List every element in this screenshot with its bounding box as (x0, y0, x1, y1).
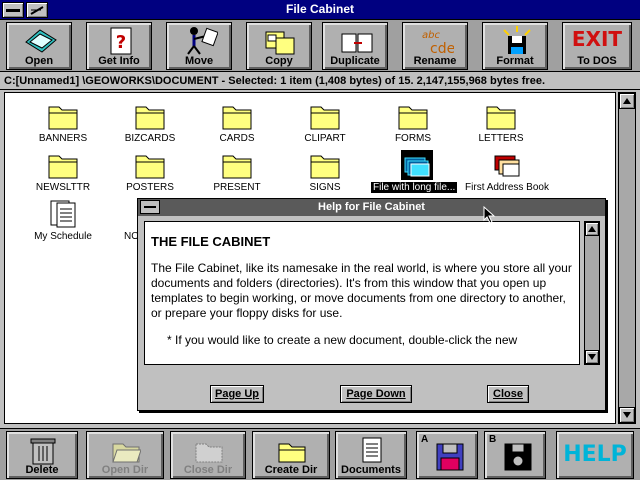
get-info-button[interactable]: ? Get Info (86, 22, 152, 70)
arrow-up-icon (588, 226, 596, 232)
svg-text:abc: abc (422, 30, 440, 41)
file-cabinet-window: File Cabinet Open ? Get Info Move Copy D… (0, 0, 640, 480)
folder-forms[interactable]: FORMS (363, 99, 463, 147)
folder-icon (398, 106, 428, 130)
bottom-toolbar: Delete Open Dir Close Dir Create Dir Doc… (0, 428, 640, 480)
folder-letters[interactable]: LETTERS (451, 99, 551, 147)
drive-a-button[interactable]: A (416, 431, 478, 479)
window-title: File Cabinet (285, 2, 354, 16)
help-button-label: HELP (563, 442, 627, 467)
floppy-disk-icon (436, 443, 464, 471)
help-scrollbar[interactable] (584, 221, 600, 365)
folder-icon (222, 155, 252, 179)
title-bar[interactable]: File Cabinet (0, 0, 640, 20)
toolbar: Open ? Get Info Move Copy Duplicate abc … (0, 20, 640, 72)
schedule-icon (50, 200, 76, 228)
folder-signs[interactable]: SIGNS (275, 148, 375, 196)
documents-icon (362, 437, 382, 463)
folder-icon (135, 155, 165, 179)
rename-icon: abccde (422, 30, 454, 56)
arrow-down-icon (588, 354, 596, 360)
file-first-address-book[interactable]: First Address Book (457, 148, 557, 196)
file-long-name-selected[interactable]: File with long file... (367, 148, 467, 196)
folder-icon (48, 155, 78, 179)
folder-posters[interactable]: POSTERS (100, 148, 200, 196)
help-scroll-up-button[interactable] (585, 222, 599, 236)
open-icon (25, 29, 57, 53)
rename-button[interactable]: abc cde Rename (402, 22, 468, 70)
help-paragraph: The File Cabinet, like its namesake in t… (151, 261, 572, 320)
closed-folder-icon (195, 443, 223, 463)
move-button[interactable]: Move (166, 22, 232, 70)
page-up-button[interactable]: Page Up (210, 385, 264, 403)
delete-button[interactable]: Delete (6, 431, 78, 479)
folder-cards[interactable]: CARDS (187, 99, 287, 147)
move-icon (187, 27, 218, 55)
new-folder-icon (278, 443, 306, 463)
folder-bizcards[interactable]: BIZCARDS (100, 99, 200, 147)
svg-text:?: ? (116, 32, 126, 53)
close-dir-button[interactable]: Close Dir (170, 431, 246, 479)
page-down-button[interactable]: Page Down (340, 385, 412, 403)
folder-icon (310, 106, 340, 130)
drive-b-button[interactable]: B (484, 431, 546, 479)
create-dir-button[interactable]: Create Dir (252, 431, 330, 479)
file-no-partial[interactable]: NO (100, 197, 140, 245)
scroll-down-button[interactable] (619, 407, 635, 423)
folder-present[interactable]: PRESENT (187, 148, 287, 196)
copy-icon (265, 31, 295, 55)
open-dir-button[interactable]: Open Dir (86, 431, 164, 479)
address-book-icon (494, 155, 520, 177)
open-folder-icon (112, 443, 141, 463)
exit-to-dos-button[interactable]: EXIT To DOS (562, 22, 632, 70)
path-status-bar: C:[Unnamed1] \GEOWORKS\DOCUMENT - Select… (0, 73, 640, 90)
file-list-scrollbar[interactable] (618, 92, 636, 424)
help-dialog: Help for File Cabinet THE FILE CABINET T… (137, 198, 606, 411)
folder-icon (222, 106, 252, 130)
document-stack-icon (401, 150, 433, 180)
copy-button[interactable]: Copy (246, 22, 312, 70)
help-title: Help for File Cabinet (318, 201, 425, 213)
get-info-icon: ? (110, 27, 132, 55)
folder-icon (135, 106, 165, 130)
duplicate-button[interactable]: Duplicate (322, 22, 388, 70)
folder-icon (48, 106, 78, 130)
arrow-down-icon (623, 412, 631, 418)
folder-banners[interactable]: BANNERS (13, 99, 113, 147)
help-button[interactable]: HELP (556, 431, 634, 479)
open-button[interactable]: Open (6, 22, 72, 70)
scroll-up-button[interactable] (619, 93, 635, 109)
format-icon (503, 26, 531, 54)
svg-text:cde: cde (430, 41, 454, 56)
trash-can-icon (30, 438, 56, 465)
mouse-pointer-icon (483, 206, 496, 224)
help-title-bar[interactable]: Help for File Cabinet (138, 199, 605, 216)
folder-icon (486, 106, 516, 130)
arrow-up-icon (623, 98, 631, 104)
documents-button[interactable]: Documents (335, 431, 407, 479)
folder-icon (310, 155, 340, 179)
file-my-schedule[interactable]: My Schedule (13, 197, 113, 245)
floppy-disk-icon (504, 443, 532, 471)
path-text: C:[Unnamed1] \GEOWORKS\DOCUMENT - Select… (4, 75, 546, 87)
help-heading: THE FILE CABINET (151, 234, 271, 249)
help-bullet: * If you would like to create a new docu… (167, 333, 518, 347)
duplicate-icon (341, 33, 373, 53)
folder-clipart[interactable]: CLIPART (275, 99, 375, 147)
format-button[interactable]: Format (482, 22, 548, 70)
help-scroll-down-button[interactable] (585, 350, 599, 364)
help-close-button[interactable]: Close (487, 385, 529, 403)
folder-newslttr[interactable]: NEWSLTTR (13, 148, 113, 196)
exit-icon: EXIT (571, 27, 623, 51)
help-text-area[interactable]: THE FILE CABINET The File Cabinet, like … (144, 221, 580, 365)
